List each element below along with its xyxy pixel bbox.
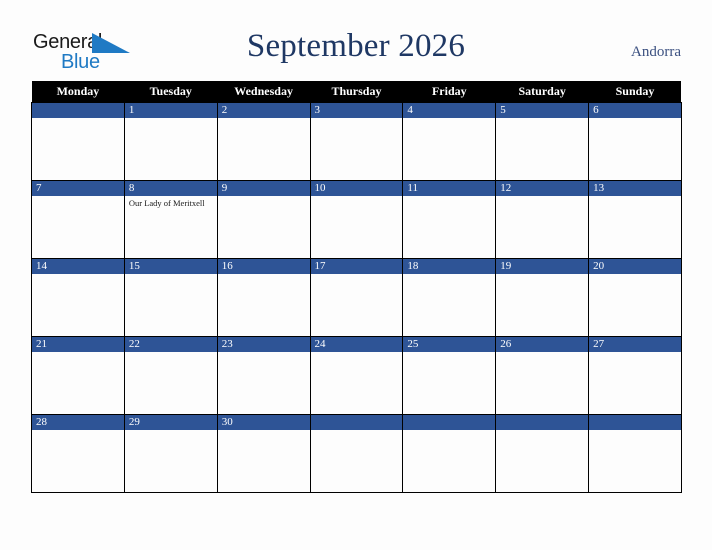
day-number-cell[interactable]: 4	[402, 102, 497, 118]
weekday-header-tuesday: Tuesday	[124, 81, 218, 103]
day-content-cell[interactable]	[216, 196, 311, 259]
page-title: September 2026	[246, 28, 466, 64]
day-number-cell[interactable]: 29	[123, 414, 218, 430]
weekday-header-monday: Monday	[31, 81, 125, 103]
day-content-cell[interactable]	[588, 352, 682, 415]
day-number-cell[interactable]: 12	[495, 180, 590, 196]
weekday-header-sunday: Sunday	[588, 81, 682, 103]
day-number-cell[interactable]: 26	[495, 336, 590, 352]
day-content-cell[interactable]	[31, 352, 125, 415]
day-content-cell[interactable]	[402, 352, 497, 415]
calendar-table: Monday Tuesday Wednesday Thursday Friday…	[31, 81, 682, 493]
day-content-cell[interactable]	[402, 118, 497, 181]
calendar-container: Monday Tuesday Wednesday Thursday Friday…	[31, 81, 682, 493]
country-label: Andorra	[631, 44, 681, 60]
day-content-cell[interactable]	[309, 352, 404, 415]
day-number-cell[interactable]: 8	[123, 180, 218, 196]
day-number-cell[interactable]: 23	[216, 336, 311, 352]
week-number-row: 123456	[31, 102, 682, 118]
day-content-cell[interactable]	[588, 196, 682, 259]
day-number-cell[interactable]: 9	[216, 180, 311, 196]
day-content-cell[interactable]	[216, 430, 311, 493]
day-number-cell[interactable]: 3	[309, 102, 404, 118]
day-number-cell[interactable]: 10	[309, 180, 404, 196]
day-number-cell[interactable]	[402, 414, 497, 430]
day-content-cell[interactable]	[309, 274, 404, 337]
day-content-cell[interactable]	[495, 118, 590, 181]
day-content-cell[interactable]	[123, 274, 218, 337]
day-number-cell[interactable]: 1	[123, 102, 218, 118]
weekday-header-friday: Friday	[402, 81, 496, 103]
day-content-cell[interactable]	[309, 430, 404, 493]
day-number-cell[interactable]: 27	[588, 336, 682, 352]
day-number-cell[interactable]: 22	[123, 336, 218, 352]
day-content-cell[interactable]	[309, 196, 404, 259]
calendar-header-row-group: Monday Tuesday Wednesday Thursday Friday…	[31, 81, 682, 103]
day-content-cell[interactable]	[588, 430, 682, 493]
page-header: General Blue September 2026 Andorra	[0, 0, 712, 80]
day-content-cell[interactable]	[402, 430, 497, 493]
week-body-row	[31, 352, 682, 415]
day-number-cell[interactable]: 13	[588, 180, 682, 196]
day-number-cell[interactable]: 5	[495, 102, 590, 118]
day-content-cell[interactable]	[402, 274, 497, 337]
day-content-cell[interactable]	[31, 274, 125, 337]
calendar-body: 1 2 3 4 5 6 7 8 9 10 11 12 13 Our Lady of Meritxell 14…	[31, 102, 682, 493]
day-number-cell[interactable]	[588, 414, 682, 430]
day-content-cell[interactable]	[31, 196, 125, 259]
day-number-cell[interactable]: 14	[31, 258, 125, 274]
holiday-label: Our Lady of Meritxell	[128, 198, 205, 208]
day-content-cell[interactable]	[31, 118, 125, 181]
week-number-row: 7 8 9 10 11 12 13	[31, 180, 682, 196]
day-number-cell[interactable]: 16	[216, 258, 311, 274]
day-number-cell[interactable]: 18	[402, 258, 497, 274]
week-body-row: Our Lady of Meritxell	[31, 196, 682, 259]
day-number-cell[interactable]: 11	[402, 180, 497, 196]
day-number-cell[interactable]	[309, 414, 404, 430]
day-content-cell[interactable]	[123, 118, 218, 181]
day-number-cell[interactable]: 20	[588, 258, 682, 274]
day-content-cell[interactable]	[123, 352, 218, 415]
day-number-cell[interactable]: 28	[31, 414, 125, 430]
day-content-cell[interactable]	[216, 274, 311, 337]
week-number-row: 28 29 30	[31, 414, 682, 430]
day-number-cell[interactable]: 19	[495, 258, 590, 274]
day-number-cell[interactable]: 24	[309, 336, 404, 352]
day-number-cell[interactable]	[31, 102, 125, 118]
week-number-row: 14 15 16 17 18 19 20	[31, 258, 682, 274]
day-content-cell[interactable]: Our Lady of Meritxell	[123, 196, 218, 259]
day-number-cell[interactable]: 15	[123, 258, 218, 274]
day-content-cell[interactable]	[216, 118, 311, 181]
week-body-row	[31, 430, 682, 493]
weekday-header-thursday: Thursday	[310, 81, 403, 103]
week-number-row: 21 22 23 24 25 26 27	[31, 336, 682, 352]
day-number-cell[interactable]: 30	[216, 414, 311, 430]
weekday-header-row: Monday Tuesday Wednesday Thursday Friday…	[31, 81, 682, 103]
day-content-cell[interactable]	[495, 352, 590, 415]
weekday-header-saturday: Saturday	[495, 81, 589, 103]
day-content-cell[interactable]	[123, 430, 218, 493]
day-number-cell[interactable]: 25	[402, 336, 497, 352]
day-content-cell[interactable]	[588, 118, 682, 181]
day-number-cell[interactable]: 7	[31, 180, 125, 196]
day-number-cell[interactable]	[495, 414, 590, 430]
week-body-row	[31, 274, 682, 337]
day-content-cell[interactable]	[495, 196, 590, 259]
day-content-cell[interactable]	[309, 118, 404, 181]
day-number-cell[interactable]: 2	[216, 102, 311, 118]
day-content-cell[interactable]	[588, 274, 682, 337]
week-body-row	[31, 118, 682, 181]
day-number-cell[interactable]: 21	[31, 336, 125, 352]
day-number-cell[interactable]: 17	[309, 258, 404, 274]
day-content-cell[interactable]	[402, 196, 497, 259]
day-content-cell[interactable]	[495, 274, 590, 337]
weekday-header-wednesday: Wednesday	[217, 81, 311, 103]
day-number-cell[interactable]: 6	[588, 102, 682, 118]
day-content-cell[interactable]	[216, 352, 311, 415]
day-content-cell[interactable]	[495, 430, 590, 493]
day-content-cell[interactable]	[31, 430, 125, 493]
